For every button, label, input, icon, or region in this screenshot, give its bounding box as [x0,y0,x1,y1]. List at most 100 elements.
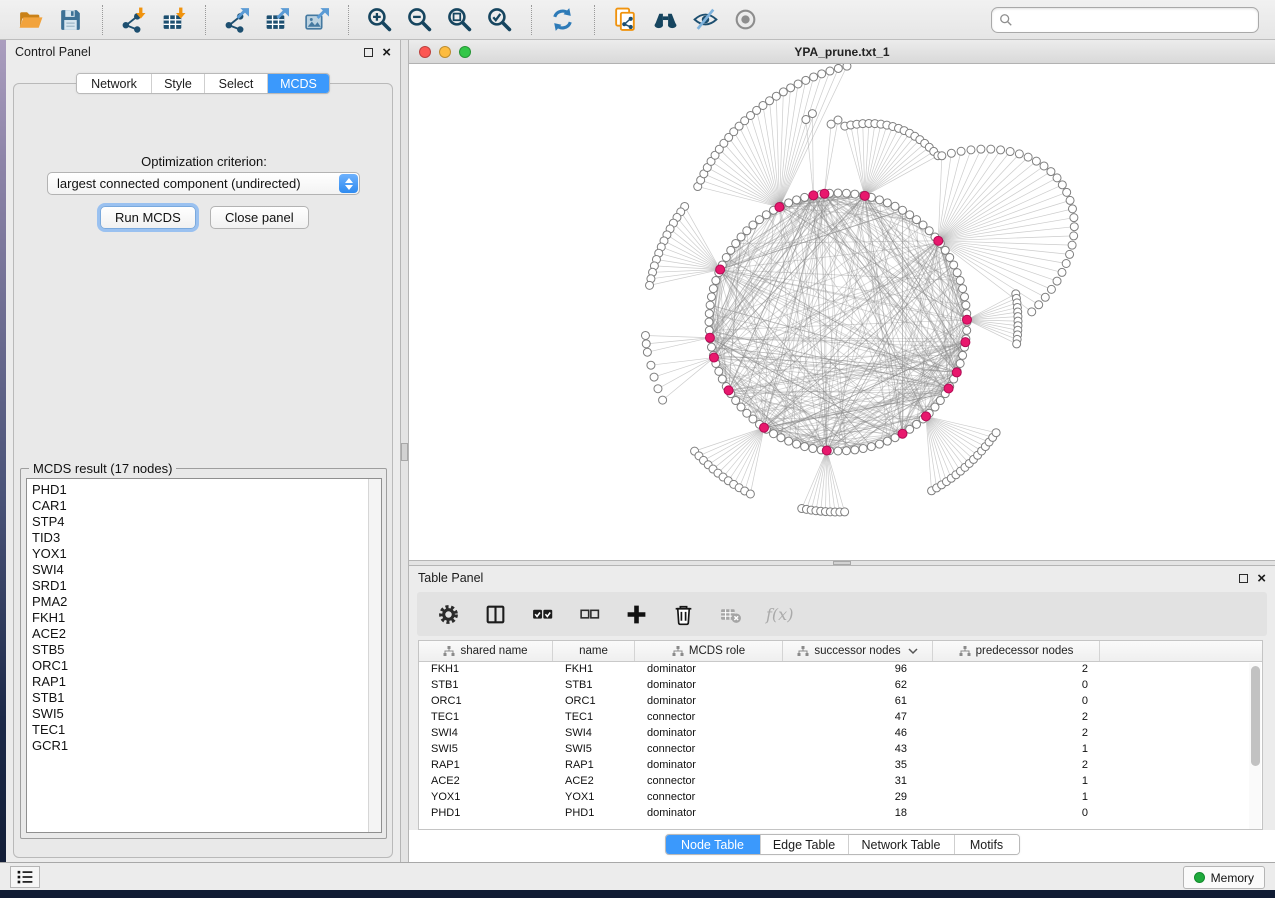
graph-node[interactable] [712,277,720,285]
close-panel-button[interactable]: Close panel [210,206,309,229]
graph-node[interactable] [779,88,787,96]
table-row[interactable]: SWI4SWI4dominator462 [419,726,1262,742]
graph-node[interactable] [802,116,810,124]
graph-node[interactable] [875,196,883,204]
graph-node[interactable] [931,403,939,411]
graph-node[interactable] [1035,301,1043,309]
graph-node[interactable] [749,415,757,423]
export-image-icon[interactable] [301,4,333,36]
column-header-successor-nodes[interactable]: successor nodes [783,641,933,661]
graph-node[interactable] [707,343,715,351]
tab-mcds[interactable]: MCDS [268,74,329,93]
graph-node[interactable] [718,375,726,383]
graph-node[interactable] [1070,223,1078,231]
graph-node[interactable] [707,293,715,301]
function-builder-icon[interactable]: f(x) [766,599,793,629]
table-row[interactable]: ORC1ORC1dominator610 [419,694,1262,710]
graph-node[interactable] [950,261,958,269]
graph-node[interactable] [785,199,793,207]
mcds-result-item[interactable]: ORC1 [32,658,381,674]
mcds-list-scrollbar[interactable] [368,479,381,832]
import-table-icon[interactable] [158,4,190,36]
graph-node[interactable] [826,67,834,75]
network-canvas[interactable] [409,64,1275,560]
graph-node[interactable] [1013,340,1021,348]
graph-hub-node[interactable] [934,236,943,245]
graph-node[interactable] [997,146,1005,154]
graph-node[interactable] [1066,196,1074,204]
graph-node[interactable] [906,211,914,219]
tab-motifs[interactable]: Motifs [955,835,1019,854]
mcds-result-item[interactable]: YOX1 [32,546,381,562]
graph-node[interactable] [709,285,717,293]
graph-node[interactable] [962,301,970,309]
search-input[interactable] [1013,10,1258,30]
graph-node[interactable] [755,216,763,224]
zoom-selected-icon[interactable] [484,4,516,36]
graph-node[interactable] [842,189,850,197]
graph-node[interactable] [722,254,730,262]
mcds-result-item[interactable]: GCR1 [32,738,381,754]
float-panel-icon[interactable] [1239,574,1248,583]
graph-hub-node[interactable] [716,265,725,274]
graph-node[interactable] [727,246,735,254]
graph-node[interactable] [1032,157,1040,165]
mcds-result-item[interactable]: SWI4 [32,562,381,578]
memory-button[interactable]: Memory [1183,866,1265,889]
graph-node[interactable] [834,64,842,72]
tab-select[interactable]: Select [205,74,268,93]
graph-hub-node[interactable] [921,412,930,421]
graph-hub-node[interactable] [822,446,831,455]
graph-node[interactable] [992,429,1000,437]
delete-column-icon[interactable] [672,599,695,629]
mcds-result-item[interactable]: SRD1 [32,578,381,594]
graph-node[interactable] [1015,150,1023,158]
graph-node[interactable] [959,285,967,293]
graph-node[interactable] [842,447,850,455]
graph-node[interactable] [793,440,801,448]
search-box[interactable] [991,7,1259,33]
graph-node[interactable] [705,318,713,326]
graph-node[interactable] [1053,174,1061,182]
graph-hub-node[interactable] [760,423,769,432]
graph-node[interactable] [946,254,954,262]
graph-node[interactable] [787,84,795,92]
tab-network[interactable]: Network [77,74,152,93]
graph-node[interactable] [883,199,891,207]
column-header-MCDS-role[interactable]: MCDS role [635,641,783,661]
graph-node[interactable] [1047,285,1055,293]
graph-node[interactable] [899,206,907,214]
column-header-shared-name[interactable]: shared name [419,641,553,661]
mcds-result-item[interactable]: STB1 [32,690,381,706]
table-scrollbar[interactable] [1249,663,1261,829]
graph-node[interactable] [1006,148,1014,156]
graph-node[interactable] [938,152,946,160]
refresh-icon[interactable] [547,4,579,36]
graph-node[interactable] [913,216,921,224]
graph-node[interactable] [647,361,655,369]
graph-node[interactable] [794,80,802,88]
graph-node[interactable] [770,430,778,438]
table-row[interactable]: SWI5SWI5connector431 [419,742,1262,758]
graph-node[interactable] [1063,188,1071,196]
graph-node[interactable] [1053,277,1061,285]
graph-node[interactable] [809,445,817,453]
close-panel-icon[interactable]: × [382,48,391,57]
graph-node[interactable] [851,446,859,454]
graph-node[interactable] [732,239,740,247]
graph-node[interactable] [843,64,851,70]
graph-node[interactable] [801,193,809,201]
column-view-icon[interactable] [484,599,507,629]
mcds-result-item[interactable]: RAP1 [32,674,381,690]
graph-node[interactable] [891,202,899,210]
graph-node[interactable] [643,348,651,356]
column-header-name[interactable]: name [553,641,635,661]
float-panel-icon[interactable] [364,48,373,57]
save-session-icon[interactable] [55,4,87,36]
mcds-result-item[interactable]: FKH1 [32,610,381,626]
graph-node[interactable] [961,293,969,301]
graph-node[interactable] [851,190,859,198]
graph-node[interactable] [715,367,723,375]
graph-node[interactable] [1070,232,1078,240]
search-network-icon[interactable] [650,4,682,36]
